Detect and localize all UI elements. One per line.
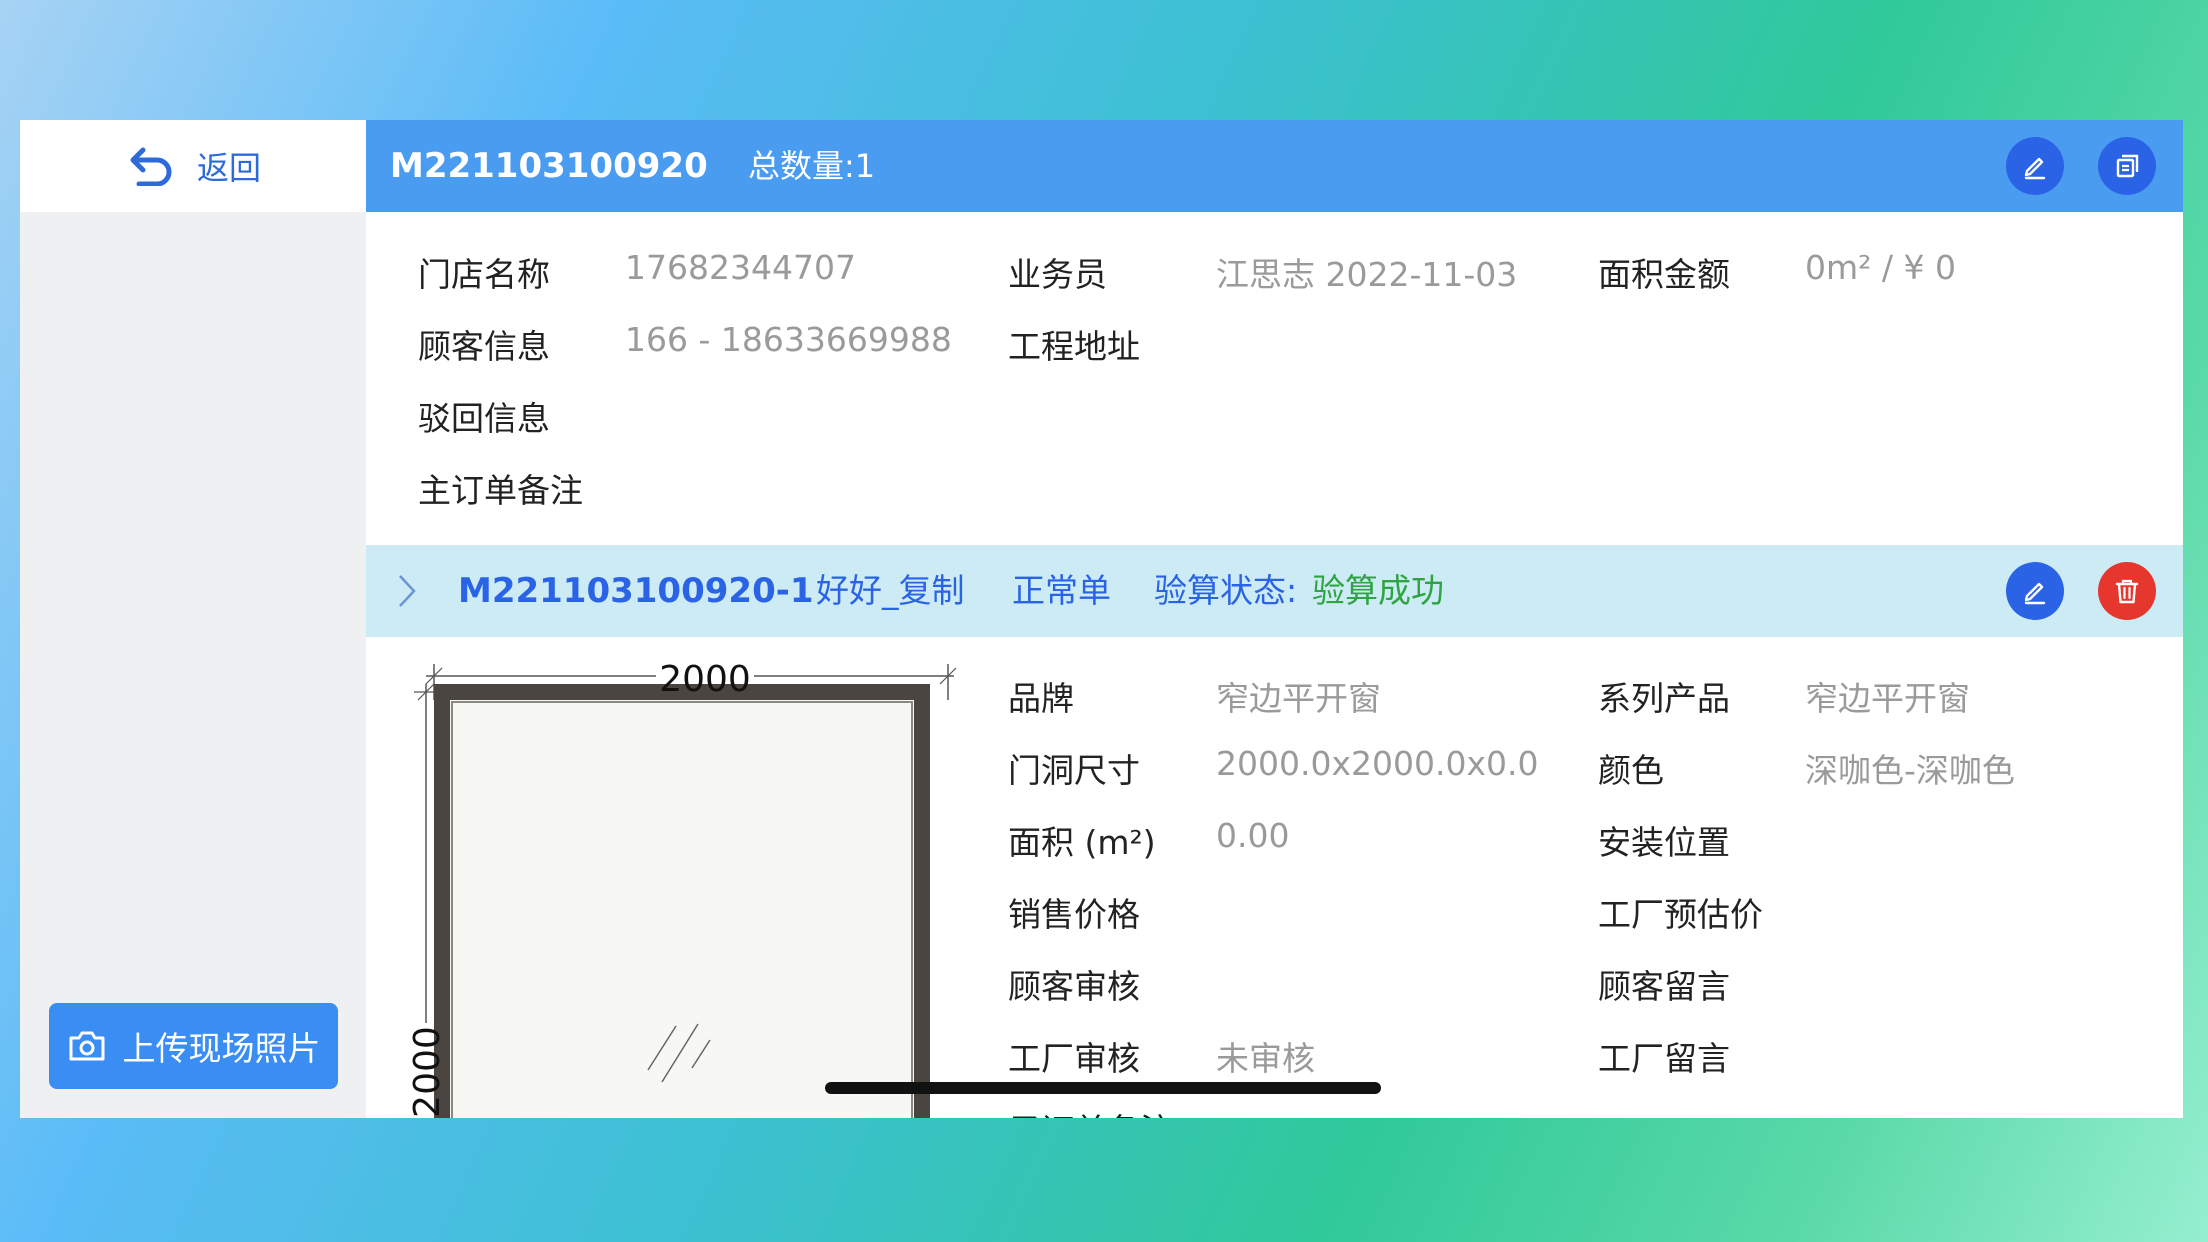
copy-order-button[interactable]	[2098, 137, 2156, 195]
edit-order-button[interactable]	[2006, 137, 2064, 195]
area-amount-label: 面积金额	[1598, 255, 1730, 294]
edit-sub-order-button[interactable]	[2006, 562, 2064, 620]
height-dimension-label: 2000	[407, 1026, 448, 1118]
edit-icon	[2024, 157, 2046, 180]
home-indicator	[825, 1082, 1381, 1094]
sub-order-remark-label: 子订单备注	[1008, 1104, 1173, 1118]
back-label: 返回	[196, 149, 261, 187]
sidebar: 返回 上传现场照片	[20, 120, 366, 1118]
upload-photo-button[interactable]: 上传现场照片	[49, 1003, 338, 1089]
edit-icon	[2024, 582, 2046, 605]
project-address-label: 工程地址	[1008, 327, 1140, 366]
color-value: 深咖色-深咖色	[1805, 751, 2015, 790]
area-value: 0.00	[1216, 816, 1290, 855]
main-order-remark-label: 主订单备注	[418, 471, 583, 510]
salesman-value: 江思志 2022-11-03	[1216, 255, 1518, 294]
reject-info-label: 驳回信息	[418, 399, 550, 438]
sub-order-number: M221103100920-1	[458, 571, 814, 611]
undo-arrow-icon	[130, 147, 172, 186]
series-label: 系列产品	[1598, 679, 1730, 718]
window-drawing-svg: 2000 2000	[407, 659, 957, 1118]
hole-size-label: 门洞尺寸	[1008, 751, 1140, 790]
chevron-right-icon[interactable]	[396, 573, 418, 609]
sub-order-type: 正常单	[1012, 571, 1111, 610]
install-position-label: 安装位置	[1598, 823, 1730, 862]
order-number: M221103100920	[390, 146, 708, 186]
trash-icon	[2115, 579, 2139, 604]
factory-review-label: 工厂审核	[1008, 1039, 1140, 1078]
order-header: M221103100920 总数量:1	[366, 120, 2183, 212]
area-amount-value: 0m² / ¥ 0	[1805, 248, 1956, 287]
factory-message-label: 工厂留言	[1598, 1039, 1730, 1078]
delete-sub-order-button[interactable]	[2098, 562, 2156, 620]
salesman-label: 业务员	[1008, 255, 1107, 294]
hole-size-value: 2000.0x2000.0x0.0	[1216, 744, 1539, 783]
color-label: 颜色	[1598, 751, 1664, 790]
customer-info-value: 166 - 18633669988	[625, 320, 952, 359]
total-quantity: 总数量:1	[748, 147, 876, 185]
window-drawing: 2000 2000	[400, 659, 980, 1118]
sub-order-strip[interactable]: M221103100920-1 好好_复制 正常单 验算状态: 验算成功	[366, 545, 2183, 637]
calc-status-label: 验算状态:	[1154, 571, 1298, 610]
store-name-label: 门店名称	[418, 255, 550, 294]
width-dimension-label: 2000	[659, 660, 751, 700]
app-window: 返回 上传现场照片 M221103100920 总数量:1 门店名称 17682…	[20, 120, 2183, 1118]
customer-review-label: 顾客审核	[1008, 967, 1140, 1006]
calc-status-value: 验算成功	[1312, 571, 1444, 610]
sub-order-name: 好好_复制	[816, 571, 965, 610]
factory-review-value: 未审核	[1216, 1039, 1315, 1078]
series-value: 窄边平开窗	[1805, 679, 1970, 718]
customer-info-label: 顾客信息	[418, 327, 550, 366]
store-name-value: 17682344707	[625, 248, 856, 287]
area-label: 面积 (m²)	[1008, 823, 1156, 862]
customer-message-label: 顾客留言	[1598, 967, 1730, 1006]
brand-value: 窄边平开窗	[1216, 679, 1381, 718]
upload-photo-label: 上传现场照片	[122, 1029, 321, 1068]
camera-icon	[69, 1031, 104, 1061]
sale-price-label: 销售价格	[1008, 895, 1140, 934]
back-button[interactable]: 返回	[20, 120, 366, 212]
copy-icon	[2116, 154, 2139, 178]
factory-estimate-label: 工厂预估价	[1598, 895, 1763, 934]
brand-label: 品牌	[1008, 679, 1074, 718]
